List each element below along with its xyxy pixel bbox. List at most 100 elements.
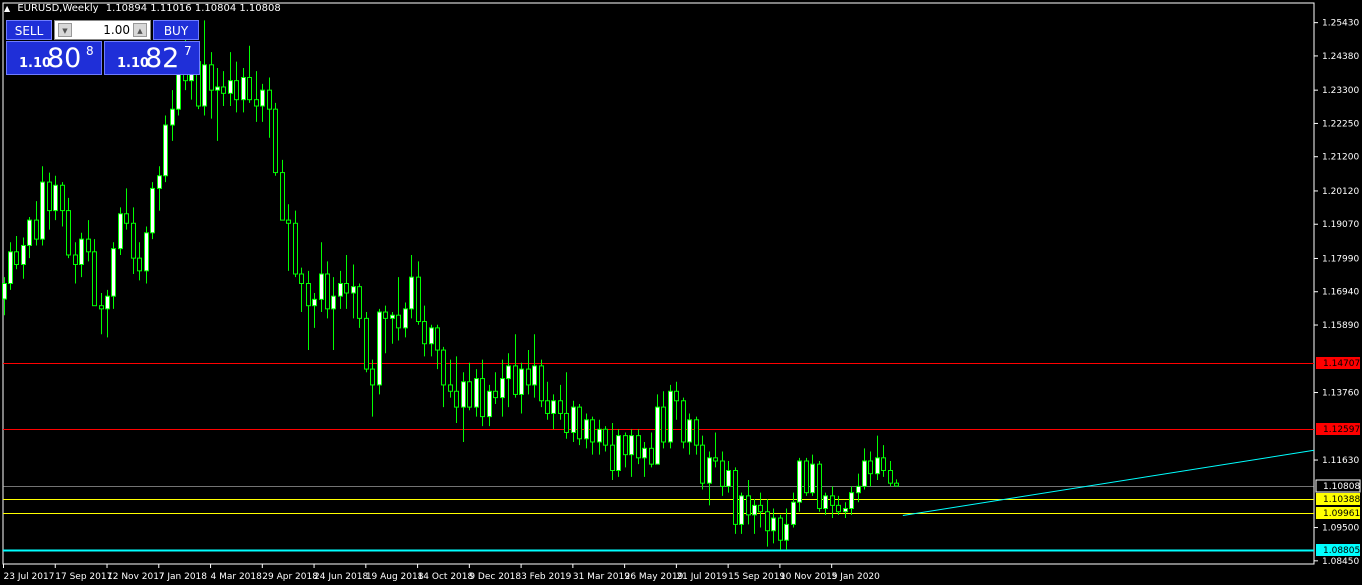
- candle: [86, 220, 91, 262]
- bull-candle-body: [144, 232, 149, 272]
- bear-candle-body: [299, 273, 304, 284]
- candle: [519, 362, 524, 414]
- bear-candle-body: [396, 314, 401, 329]
- x-tick-label: 31 Mar 2019: [573, 572, 630, 582]
- candle: [273, 102, 278, 176]
- candle: [526, 350, 531, 395]
- y-tick-label: 1.11630: [1322, 456, 1359, 466]
- candle: [357, 283, 362, 328]
- bear-candle-body: [493, 390, 498, 399]
- candle: [105, 289, 110, 338]
- candle: [79, 232, 84, 278]
- x-tick-label: 21 Jul 2019: [676, 572, 727, 582]
- bull-candle-body: [377, 311, 382, 386]
- bear-candle-body: [325, 273, 330, 310]
- lot-decrease-icon[interactable]: ▼: [58, 23, 72, 37]
- candle: [513, 334, 518, 398]
- buy-price-superscript: 7: [184, 44, 192, 58]
- candle: [661, 391, 666, 449]
- candle: [92, 239, 97, 307]
- candle: [629, 429, 634, 477]
- bull-candle-body: [487, 390, 492, 418]
- buy-price-box[interactable]: 1.10 82 7: [104, 41, 200, 75]
- candle: [551, 394, 556, 430]
- candle: [817, 460, 822, 512]
- candle: [487, 384, 492, 427]
- bear-candle-body: [435, 327, 440, 351]
- bull-candle-body: [616, 435, 621, 471]
- candle: [429, 324, 434, 357]
- candle: [403, 302, 408, 338]
- candle: [14, 235, 19, 270]
- bear-candle-body: [746, 495, 751, 516]
- bull-candle-body: [105, 295, 110, 310]
- candle: [564, 372, 569, 439]
- bull-candle-body: [2, 283, 7, 300]
- sell-price-big: 80: [47, 43, 82, 74]
- price-tag-label: 1.14707: [1323, 359, 1360, 369]
- candle: [99, 293, 104, 335]
- sell-button[interactable]: SELL: [6, 20, 52, 40]
- bull-candle-body: [111, 248, 116, 297]
- candle: [888, 460, 893, 487]
- candle: [53, 175, 58, 221]
- candle: [590, 416, 595, 455]
- bear-candle-body: [610, 444, 615, 472]
- bull-candle-body: [202, 64, 207, 107]
- candle: [131, 207, 136, 274]
- candle: [875, 435, 880, 481]
- bear-candle-body: [733, 470, 738, 525]
- bear-candle-body: [131, 222, 136, 259]
- price-tag-label: 1.12597: [1323, 425, 1360, 435]
- candle: [713, 432, 718, 468]
- sell-price-superscript: 8: [86, 44, 94, 58]
- bull-candle-body: [338, 283, 343, 297]
- bull-candle-body: [597, 428, 602, 443]
- candle: [454, 356, 459, 423]
- candle: [422, 305, 427, 357]
- lot-size-input[interactable]: 1.00: [73, 21, 130, 39]
- bear-candle-body: [34, 219, 39, 240]
- y-tick-label: 1.09500: [1322, 524, 1359, 534]
- candle: [325, 261, 330, 319]
- candle: [810, 454, 815, 496]
- bear-candle-body: [137, 257, 142, 272]
- candle: [752, 499, 757, 534]
- bear-candle-body: [60, 184, 65, 212]
- candle: [254, 71, 259, 122]
- bull-candle-body: [319, 273, 324, 300]
- candle: [221, 71, 226, 107]
- collapse-triangle-icon[interactable]: ▲: [4, 4, 10, 13]
- candle: [234, 61, 239, 113]
- y-tick-label: 1.23300: [1322, 86, 1359, 96]
- x-tick-label: 10 Nov 2019: [780, 572, 838, 582]
- candle: [700, 435, 705, 490]
- bull-candle-body: [260, 89, 265, 107]
- candle: [836, 495, 841, 515]
- bear-candle-body: [454, 390, 459, 408]
- bear-candle-body: [441, 349, 446, 386]
- buy-button[interactable]: BUY: [153, 20, 199, 40]
- candle: [40, 166, 45, 246]
- bear-candle-body: [364, 317, 369, 370]
- sell-price-box[interactable]: 1.10 80 8: [6, 41, 102, 75]
- candle: [868, 451, 873, 487]
- ohlc-values: 1.10894 1.11016 1.10804 1.10808: [105, 3, 281, 14]
- bear-candle-body: [247, 76, 252, 101]
- bear-candle-body: [758, 504, 763, 513]
- candle: [47, 172, 52, 230]
- candle: [791, 492, 796, 528]
- candle: [500, 359, 505, 417]
- price-chart[interactable]: 1.25430 1.24380 1.23300 1.22250 1.21200 1.201…: [0, 0, 1362, 585]
- bear-candle-body: [526, 368, 531, 386]
- candle: [467, 362, 472, 411]
- candle: [636, 429, 641, 465]
- lot-size-stepper[interactable]: ▼ 1.00 ▲: [54, 20, 151, 40]
- lot-increase-icon[interactable]: ▲: [133, 23, 147, 37]
- y-tick-label: 1.16940: [1322, 288, 1359, 298]
- candle: [247, 45, 252, 103]
- candle: [150, 182, 155, 240]
- x-tick-label: 9 Dec 2018: [469, 572, 521, 582]
- x-tick-label: 3 Feb 2019: [521, 572, 572, 582]
- x-tick-label: 23 Jul 2017: [4, 572, 55, 582]
